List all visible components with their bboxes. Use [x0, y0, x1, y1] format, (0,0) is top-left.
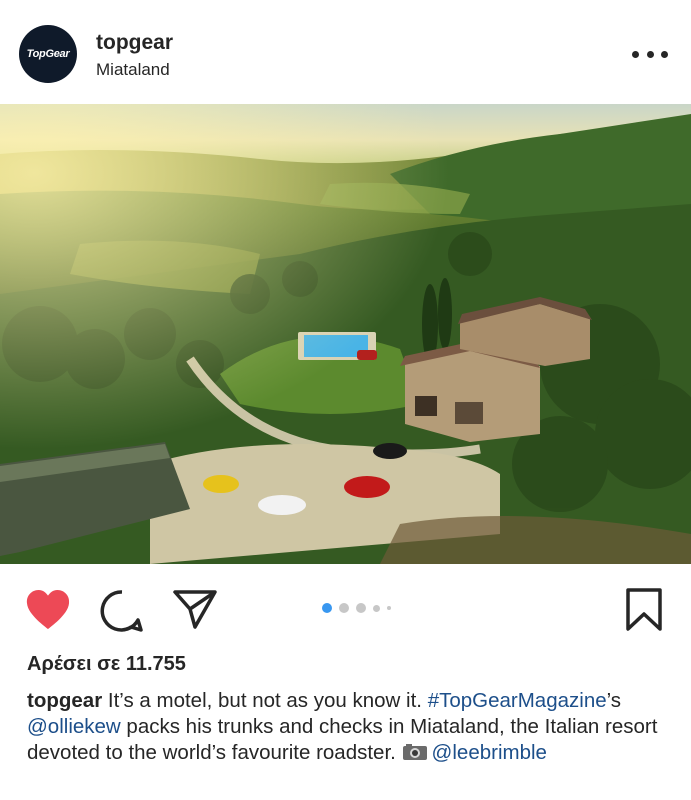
carousel-dot — [356, 603, 366, 613]
carousel-dot — [339, 603, 349, 613]
caption-username[interactable]: topgear — [27, 689, 102, 712]
carousel-dot-active — [322, 603, 332, 613]
post-username[interactable]: topgear — [96, 31, 173, 55]
avatar[interactable]: TopGear — [19, 25, 77, 83]
post-photo[interactable] — [0, 104, 691, 564]
camera-icon — [402, 744, 427, 760]
mention-link[interactable]: @leebrimble — [432, 741, 547, 764]
mention-link[interactable]: @olliekew — [27, 715, 121, 738]
carousel-dot — [387, 606, 391, 610]
carousel-indicator — [322, 603, 398, 613]
more-icon[interactable] — [632, 44, 668, 64]
hashtag-link[interactable]: #TopGearMagazine — [428, 689, 607, 712]
post-location[interactable]: Miataland — [96, 60, 170, 80]
likes-count[interactable]: Αρέσει σε 11.755 — [27, 653, 186, 676]
landscape-image — [0, 104, 691, 564]
caption-text: It’s a motel, but not as you know it. — [102, 689, 428, 712]
heart-icon[interactable] — [25, 589, 71, 631]
comment-icon[interactable] — [100, 589, 144, 633]
bookmark-icon[interactable] — [625, 587, 663, 632]
post-header: TopGear topgear Miataland — [0, 0, 691, 104]
caption-text: packs his trunks and checks in Miataland… — [27, 715, 658, 764]
avatar-logo-text: TopGear — [26, 48, 70, 60]
caption-text: ’s — [606, 689, 622, 712]
share-icon[interactable] — [172, 588, 218, 630]
carousel-dot — [373, 604, 380, 612]
post-caption: topgear It’s a motel, but not as you kno… — [27, 688, 667, 766]
